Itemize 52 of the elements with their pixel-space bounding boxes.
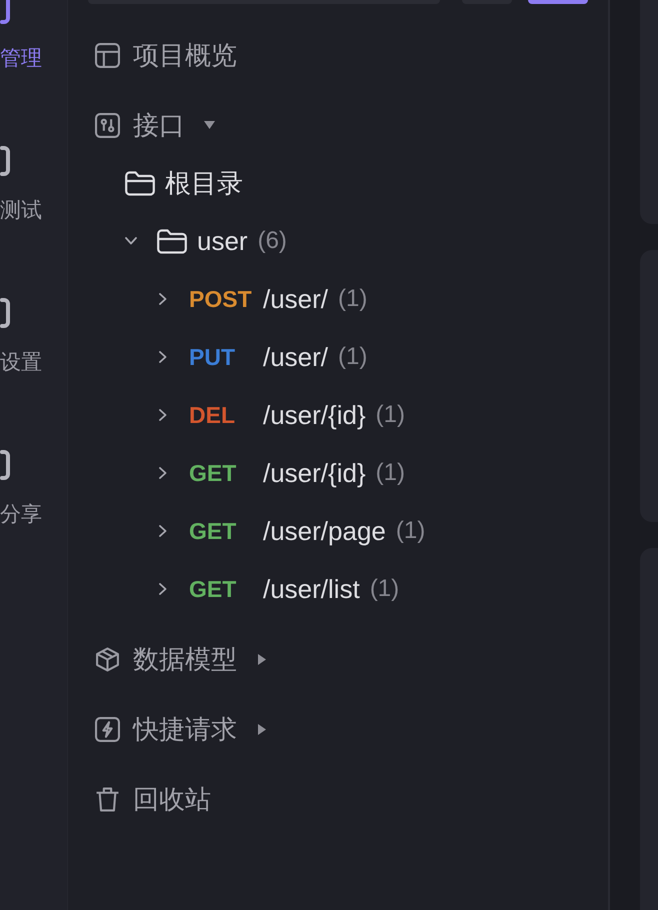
chevron-down-icon[interactable] [125,237,137,245]
sliders-icon [95,112,120,138]
caret-right-icon[interactable] [258,654,266,664]
folder-icon [157,228,187,254]
nav-tab[interactable]: 管理 [0,0,42,72]
section-label[interactable]: 快捷请求 [133,713,237,745]
chevron-right-icon[interactable] [159,525,167,537]
bracket-icon [0,0,10,24]
section-label[interactable]: 项目概览 [133,39,237,71]
trash-icon [95,786,120,812]
layout-icon [95,42,120,68]
endpoint-path[interactable]: /user/page [263,515,386,547]
endpoint-path[interactable]: /user/{id} [263,457,366,489]
primary-button[interactable] [528,0,588,4]
chevron-right-icon[interactable] [159,467,167,479]
endpoint-path[interactable]: /user/list [263,573,360,605]
item-count: (1) [376,400,405,430]
endpoint-path[interactable]: /user/ [263,341,328,373]
chevron-right-icon[interactable] [159,409,167,421]
chevron-right-icon[interactable] [159,351,167,363]
folder-label[interactable]: 根目录 [165,167,243,199]
item-count: (1) [338,342,368,372]
nav-tab[interactable]: 分享 [0,450,42,528]
section-label[interactable]: 接口 [133,109,185,141]
folder-icon [125,170,155,196]
caret-right-icon[interactable] [258,724,266,734]
bracket-icon [0,450,10,480]
nav-tab[interactable]: 设置 [0,298,42,376]
item-count: (1) [338,284,368,314]
bracket-icon [0,298,10,328]
bolt-icon [95,716,120,742]
section-label[interactable]: 数据模型 [133,643,237,675]
folder-label[interactable]: user [197,225,248,257]
endpoint-path[interactable]: /user/{id} [263,399,366,431]
method-label: POST [189,285,253,314]
item-count: (1) [376,458,405,488]
method-label: GET [189,517,238,546]
cube-icon [95,646,120,672]
item-count: (1) [396,516,426,546]
bracket-icon [0,146,10,176]
item-count: (1) [370,574,400,604]
nav-tab[interactable]: 测试 [0,146,42,224]
caret-down-icon[interactable] [204,121,215,129]
item-count: (6) [258,226,287,256]
method-label: GET [189,459,238,488]
endpoint-path[interactable]: /user/ [263,283,328,315]
section-label[interactable]: 回收站 [133,783,211,815]
method-label: GET [189,575,238,604]
method-label: PUT [189,343,236,372]
chevron-right-icon[interactable] [159,583,167,595]
method-label: DEL [189,401,236,430]
chevron-right-icon[interactable] [159,293,167,305]
